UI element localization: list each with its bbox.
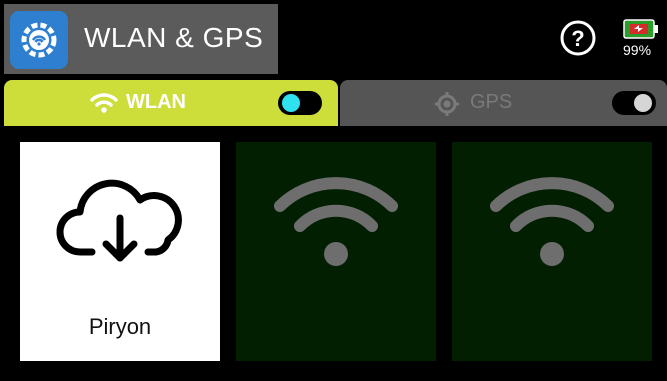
gps-target-icon (434, 91, 460, 122)
cloud-download-icon (56, 172, 184, 273)
toggle-knob (282, 94, 300, 112)
wlan-toggle[interactable] (278, 91, 322, 115)
header-bar: WLAN & GPS ? 99% (0, 0, 667, 76)
network-tile-piryon[interactable]: Piryon (20, 142, 220, 361)
tab-gps[interactable]: GPS (340, 80, 667, 126)
page-title: WLAN & GPS (84, 22, 264, 53)
wifi-signal-icon (272, 168, 400, 273)
tab-strip: WLAN GPS (4, 80, 667, 126)
question-circle-icon[interactable]: ? (560, 20, 596, 56)
network-tile[interactable] (236, 142, 436, 361)
svg-text:?: ? (571, 26, 584, 51)
tile-label: Piryon (88, 314, 152, 339)
tab-wlan-label: WLAN (126, 91, 186, 113)
battery-percent: 99% (623, 42, 652, 58)
network-tile[interactable] (452, 142, 652, 361)
tab-gps-label: GPS (470, 91, 513, 113)
wifi-icon (90, 92, 118, 119)
wifi-signal-icon (488, 168, 616, 273)
tab-wlan[interactable]: WLAN (4, 80, 338, 126)
toggle-knob (634, 94, 652, 112)
wlan-gps-gear-icon[interactable] (10, 11, 68, 69)
gps-toggle[interactable] (612, 91, 656, 115)
